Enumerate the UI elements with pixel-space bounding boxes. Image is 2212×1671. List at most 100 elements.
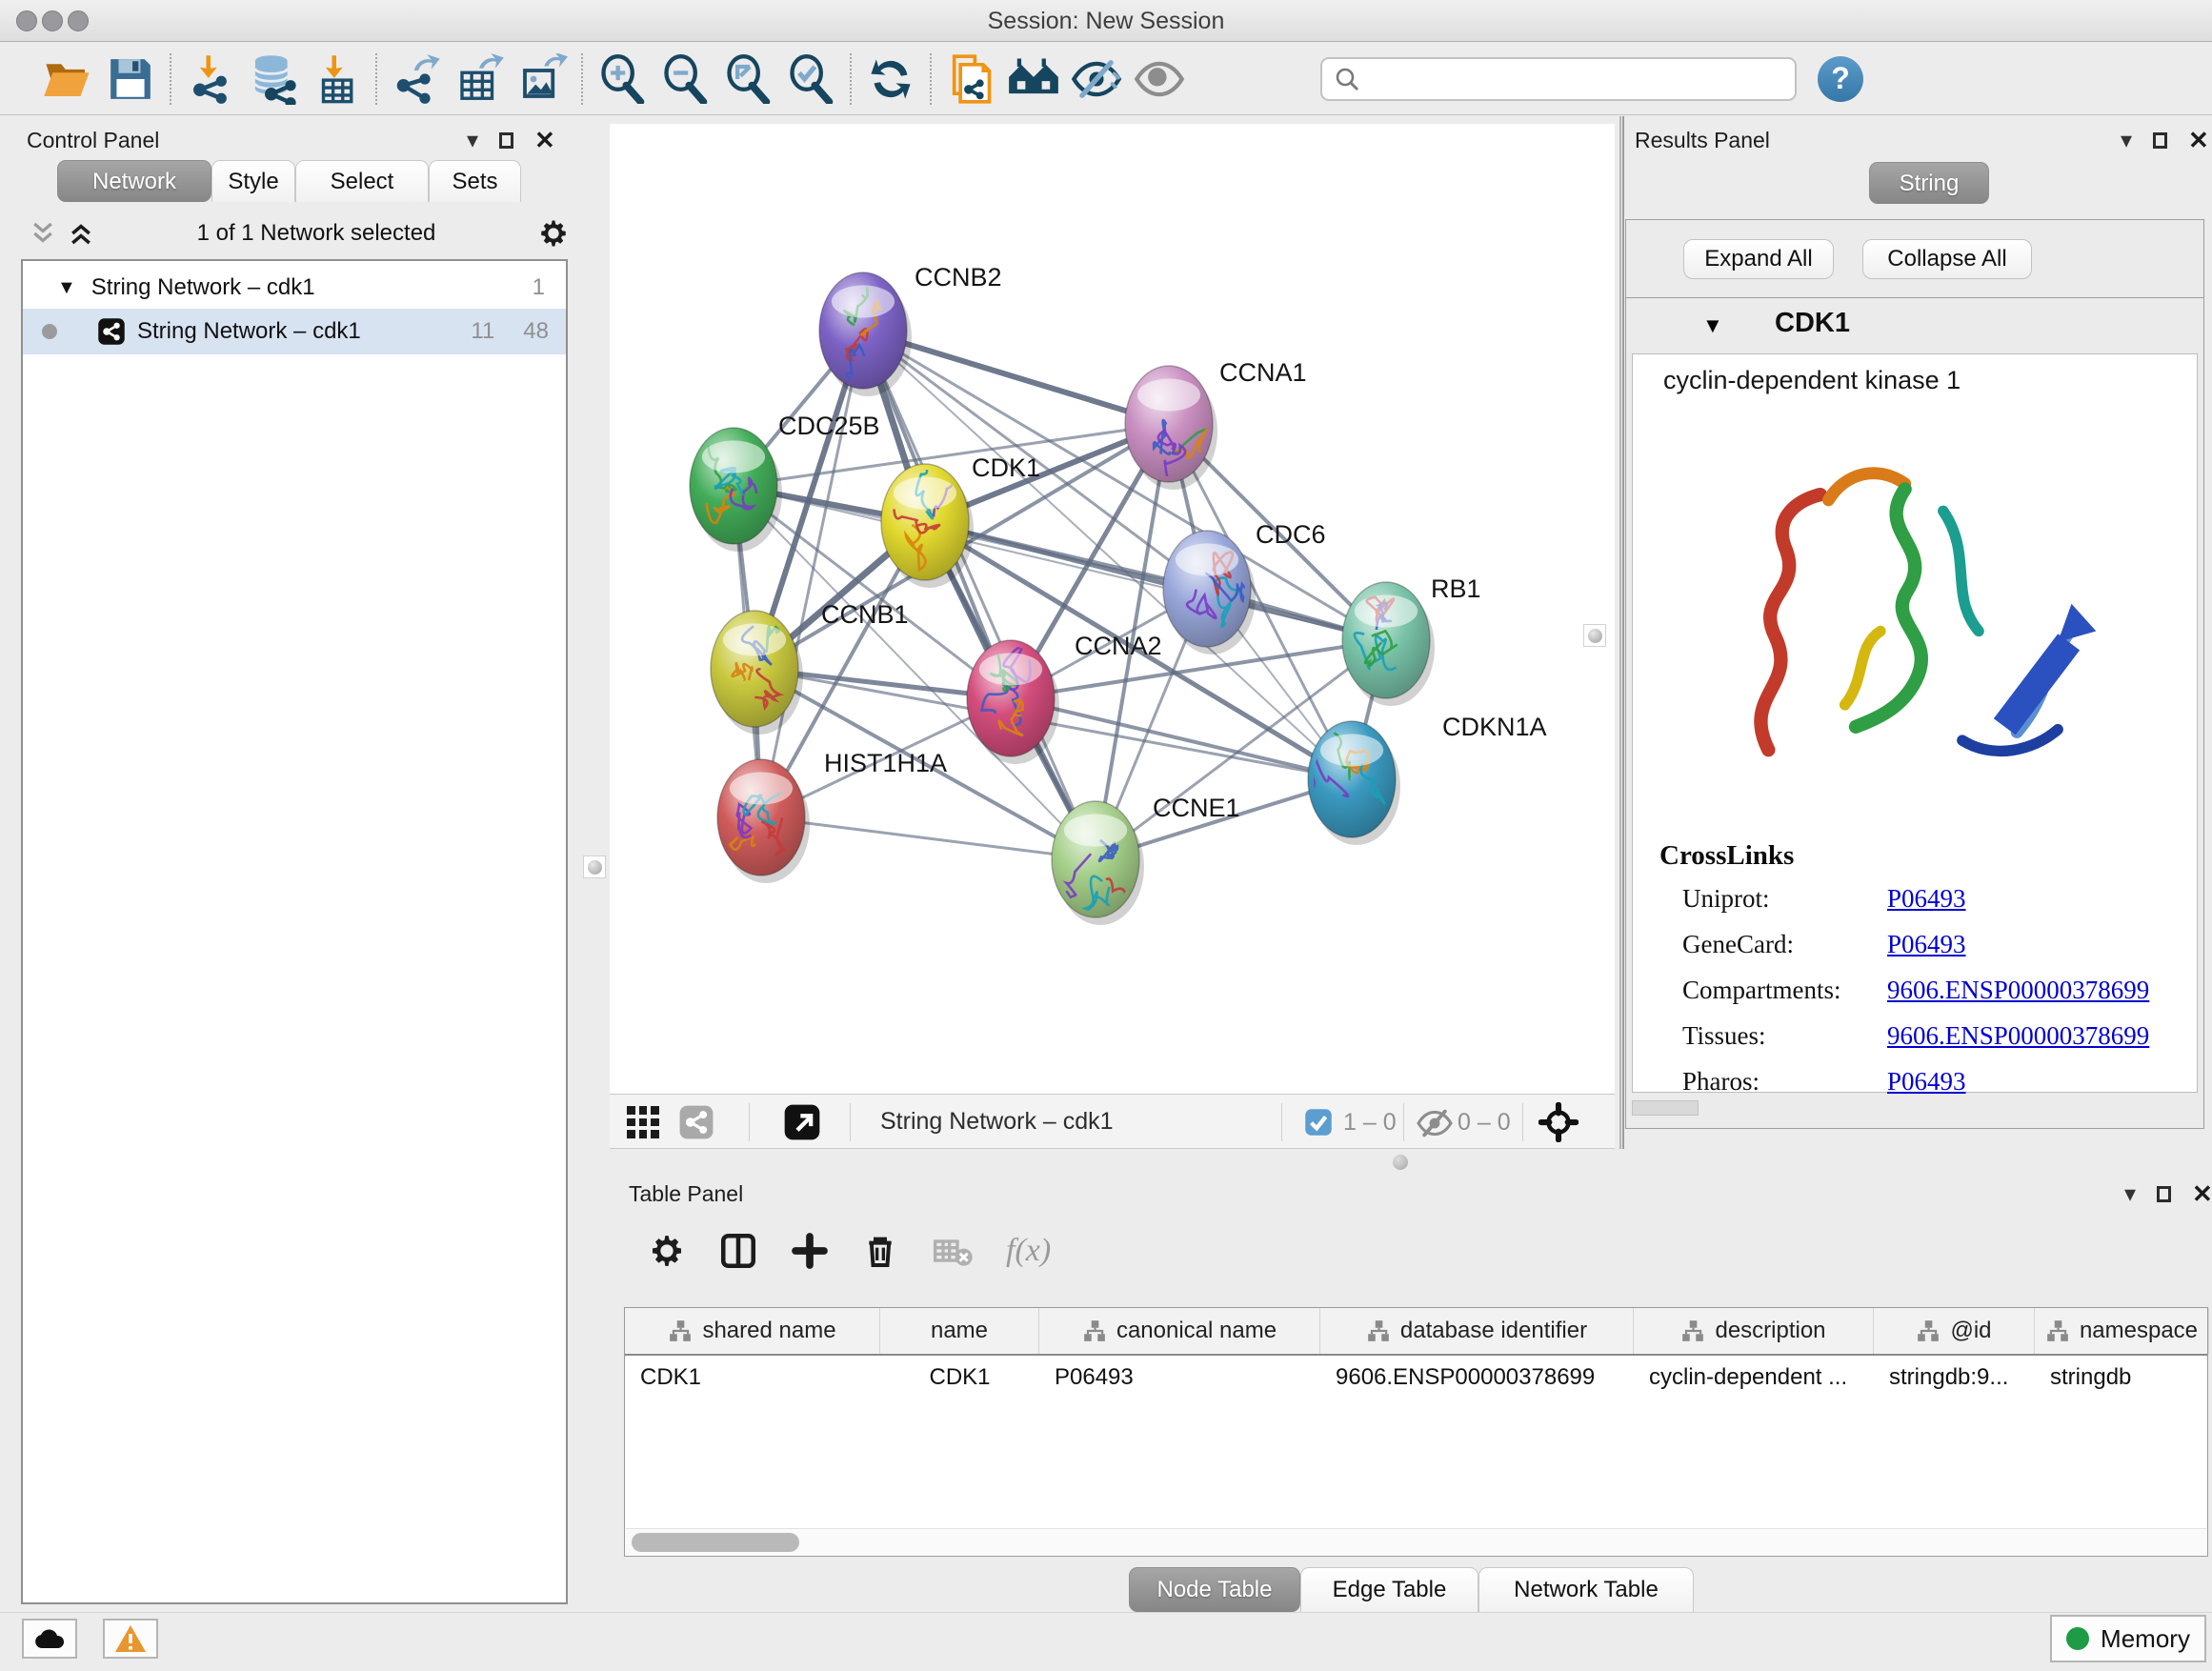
- memory-label: Memory: [2101, 1624, 2190, 1654]
- column-header[interactable]: name: [880, 1308, 1039, 1354]
- close-panel-icon[interactable]: ✕: [534, 126, 555, 155]
- tab-select[interactable]: Select: [295, 160, 429, 202]
- table-cell[interactable]: CDK1: [625, 1356, 880, 1399]
- hide-selected-button[interactable]: [1065, 50, 1128, 109]
- open-session-button[interactable]: [36, 50, 99, 109]
- zoom-selected-button[interactable]: [779, 50, 842, 109]
- delete-column-icon[interactable]: [861, 1232, 899, 1270]
- gene-collapse-icon[interactable]: ▼: [1702, 313, 1723, 338]
- float-panel-icon[interactable]: ▾: [2121, 127, 2132, 154]
- collapse-all-button[interactable]: Collapse All: [1862, 239, 2032, 279]
- tab-style[interactable]: Style: [211, 160, 295, 202]
- zoom-out-button[interactable]: [654, 50, 716, 109]
- automation-status-button[interactable]: [22, 1619, 77, 1659]
- table-cell[interactable]: CDK1: [880, 1356, 1039, 1399]
- collapse-all-chevron-icon[interactable]: [29, 219, 57, 248]
- maximize-panel-icon[interactable]: [2153, 132, 2167, 149]
- export-table-button[interactable]: [448, 50, 511, 109]
- export-image-button[interactable]: [511, 50, 573, 109]
- table-cell[interactable]: stringdb:9...: [1874, 1356, 2035, 1399]
- show-columns-icon[interactable]: [718, 1231, 758, 1271]
- maximize-panel-icon[interactable]: [2157, 1186, 2171, 1202]
- expand-all-chevron-icon[interactable]: [67, 219, 95, 248]
- thumbnail-grid-icon[interactable]: [627, 1106, 659, 1138]
- crosslink-value-link[interactable]: P06493: [1887, 930, 1966, 959]
- crosslink-label: Pharos:: [1682, 1067, 1887, 1097]
- warnings-status-button[interactable]: [103, 1619, 158, 1659]
- tab-node-table[interactable]: Node Table: [1129, 1567, 1300, 1612]
- help-button[interactable]: ?: [1818, 56, 1863, 102]
- search-input[interactable]: [1320, 57, 1797, 101]
- column-header[interactable]: @id: [1874, 1308, 2035, 1354]
- table-cell[interactable]: P06493: [1039, 1356, 1320, 1399]
- network-edge[interactable]: [761, 817, 1096, 859]
- network-collection-row[interactable]: ▼ String Network – cdk1 1: [23, 265, 566, 311]
- crosshair-icon[interactable]: [1538, 1102, 1579, 1142]
- column-header[interactable]: shared name: [625, 1308, 880, 1354]
- table-panel: Table Panel ▾ ✕: [613, 1174, 2212, 1621]
- scrollbar-thumb[interactable]: [632, 1533, 799, 1552]
- table-cell[interactable]: 9606.ENSP00000378699: [1320, 1356, 1634, 1399]
- float-panel-icon[interactable]: ▾: [467, 127, 478, 154]
- status-bar: Memory: [0, 1612, 2212, 1671]
- crosslink-value-link[interactable]: P06493: [1887, 1067, 1966, 1097]
- network-options-gear-icon[interactable]: [537, 217, 570, 250]
- crosslink-value-link[interactable]: 9606.ENSP00000378699: [1887, 976, 2149, 1005]
- crosslinks-list: Uniprot:P06493GeneCard:P06493Compartment…: [1682, 884, 2178, 1113]
- network-edge-count: 48: [523, 318, 549, 345]
- network-edge[interactable]: [863, 331, 1096, 859]
- search-icon: [1334, 66, 1362, 94]
- network-view-icon[interactable]: [678, 1104, 714, 1140]
- refresh-view-button[interactable]: [859, 50, 922, 109]
- close-panel-icon[interactable]: ✕: [2188, 126, 2209, 155]
- tab-network-table[interactable]: Network Table: [1478, 1567, 1694, 1612]
- network-canvas[interactable]: CCNB2CCNA1CDC25BCDK1CDC6RB1CCNB1CCNA2CDK…: [610, 124, 1615, 1094]
- export-network-button[interactable]: [385, 50, 448, 109]
- tab-network[interactable]: Network: [57, 160, 211, 202]
- tab-sets[interactable]: Sets: [429, 160, 521, 202]
- eye-slash-icon: [1070, 55, 1123, 103]
- table-options-gear-icon[interactable]: [648, 1232, 686, 1270]
- add-column-icon[interactable]: [791, 1232, 829, 1270]
- close-panel-icon[interactable]: ✕: [2192, 1179, 2212, 1209]
- network-row-selected[interactable]: String Network – cdk1 11 48: [23, 309, 566, 354]
- table-cell[interactable]: stringdb: [2035, 1356, 2209, 1399]
- zoom-fit-button[interactable]: [716, 50, 779, 109]
- tab-string[interactable]: String: [1869, 162, 1989, 204]
- first-neighbors-button[interactable]: [1002, 50, 1065, 109]
- float-panel-icon[interactable]: ▾: [2124, 1180, 2136, 1208]
- node-gloss: [1320, 734, 1383, 766]
- splitter-handle[interactable]: [583, 856, 606, 878]
- node-gloss: [723, 623, 786, 655]
- detach-view-icon[interactable]: [783, 1103, 821, 1141]
- import-network-database-button[interactable]: [242, 50, 305, 109]
- selected-checkbox-icon[interactable]: [1304, 1108, 1333, 1137]
- control-panel: Control Panel ▾ ✕ Network Style Select S…: [0, 116, 606, 1610]
- maximize-panel-icon[interactable]: [499, 132, 513, 149]
- column-header[interactable]: database identifier: [1320, 1308, 1634, 1354]
- table-cell[interactable]: cyclin-dependent ...: [1634, 1356, 1874, 1399]
- table-horizontal-scrollbar[interactable]: [626, 1528, 2206, 1555]
- eye-icon: [1133, 55, 1186, 103]
- column-header[interactable]: namespace: [2035, 1308, 2209, 1354]
- horizontal-splitter-handle[interactable]: [1393, 1155, 1408, 1170]
- search-field-wrap: [1320, 57, 1797, 101]
- zoom-in-icon: [597, 54, 647, 104]
- crosslink-value-link[interactable]: 9606.ENSP00000378699: [1887, 1021, 2149, 1051]
- vertical-splitter[interactable]: [1619, 116, 1624, 1149]
- import-network-file-button[interactable]: [179, 50, 242, 109]
- memory-status-button[interactable]: Memory: [2050, 1615, 2206, 1662]
- duplicate-network-button[interactable]: [939, 50, 1002, 109]
- show-all-button[interactable]: [1128, 50, 1191, 109]
- expand-all-button[interactable]: Expand All: [1683, 239, 1834, 279]
- results-scrollbar-thumb[interactable]: [1632, 1100, 1699, 1116]
- splitter-handle[interactable]: [1583, 624, 1606, 647]
- column-header[interactable]: description: [1634, 1308, 1874, 1354]
- crosslink-value-link[interactable]: P06493: [1887, 884, 1966, 914]
- tab-edge-table[interactable]: Edge Table: [1300, 1567, 1478, 1612]
- import-table-file-button[interactable]: [305, 50, 368, 109]
- column-header[interactable]: canonical name: [1039, 1308, 1320, 1354]
- collection-expand-icon[interactable]: ▼: [57, 277, 76, 299]
- zoom-in-button[interactable]: [591, 50, 654, 109]
- save-session-button[interactable]: [99, 50, 162, 109]
